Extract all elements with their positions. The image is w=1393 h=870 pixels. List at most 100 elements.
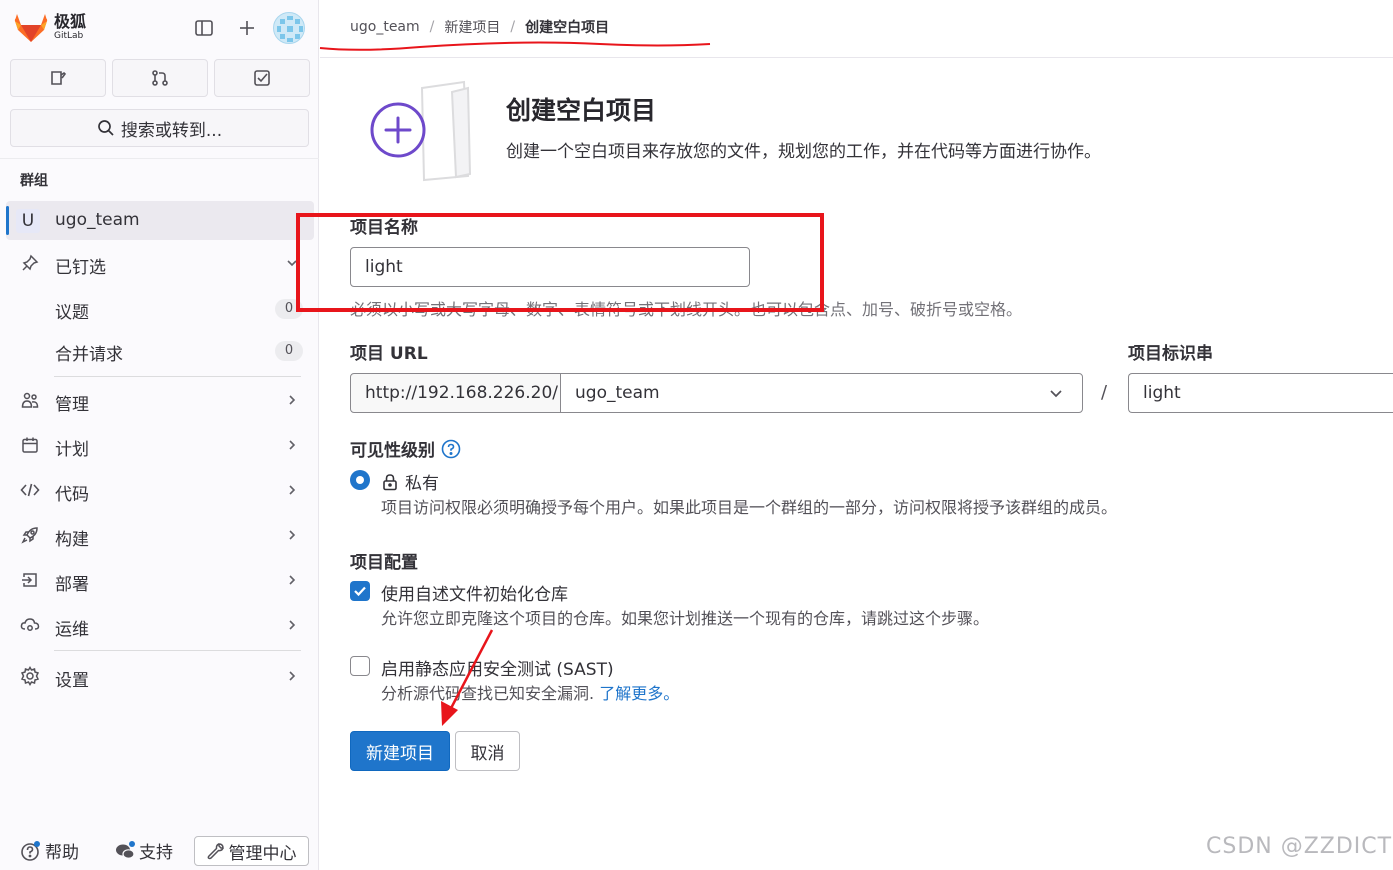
sidebar: 极狐 GitLab 搜索或转到... 群组 U ugo_team 已钉选 议题 …: [0, 0, 319, 870]
sidebar-group-item[interactable]: U ugo_team: [6, 201, 314, 240]
namespace-select[interactable]: ugo_team: [560, 373, 1083, 413]
support-button[interactable]: 支持: [114, 838, 173, 863]
project-name-label: 项目名称: [350, 218, 418, 238]
sidebar-item-manage[interactable]: 管理: [10, 382, 309, 418]
sast-label[interactable]: 启用静态应用安全测试 (SAST): [381, 655, 614, 680]
url-separator: /: [1101, 382, 1108, 403]
annotation-arrow-head: [441, 701, 458, 726]
visibility-private-radio[interactable]: [350, 470, 370, 490]
issues-tab[interactable]: [10, 59, 106, 97]
readme-help: 允许您立即克隆这个项目的仓库。如果您计划推送一个现有的仓库，请跳过这个步骤。: [381, 609, 990, 628]
project-config-label: 项目配置: [350, 553, 418, 573]
page-description: 创建一个空白项目来存放您的文件，规划您的工作，并在代码等方面进行协作。: [506, 142, 1101, 162]
url-prefix-text: http://192.168.226.20/: [365, 383, 558, 403]
divider: [54, 650, 301, 651]
project-url-label: 项目 URL: [350, 344, 428, 364]
sidebar-item-pinned[interactable]: 已钉选: [10, 245, 309, 281]
divider: [0, 158, 319, 159]
sidebar-item-plan[interactable]: 计划: [10, 427, 309, 463]
merge-requests-tab[interactable]: [112, 59, 208, 97]
breadcrumb-separator: /: [510, 19, 516, 35]
todos-tab[interactable]: [214, 59, 310, 97]
search-label: 搜索或转到...: [120, 120, 223, 141]
sidebar-item-issues[interactable]: 议题 0: [10, 291, 309, 325]
check-icon: [354, 586, 366, 597]
wrench-icon: [207, 843, 224, 860]
gitlab-logo-icon[interactable]: [14, 12, 48, 44]
cloud-icon: [20, 615, 40, 635]
breadcrumb-current[interactable]: 创建空白项目: [525, 17, 609, 37]
readme-label[interactable]: 使用自述文件初始化仓库: [381, 580, 568, 605]
admin-area-button[interactable]: 管理中心: [194, 836, 309, 866]
sidebar-item-label: 合并请求: [55, 345, 123, 365]
divider: [54, 376, 301, 377]
calendar-icon: [20, 435, 40, 455]
sidebar-item-label: 构建: [55, 530, 89, 550]
sidebar-item-merge-requests[interactable]: 合并请求 0: [10, 333, 309, 367]
project-name-input[interactable]: light: [350, 247, 750, 287]
visibility-private-option[interactable]: 私有: [381, 469, 439, 494]
page-title: 创建空白项目: [506, 96, 657, 125]
todo-icon: [254, 70, 270, 86]
chevron-right-icon: [283, 436, 301, 454]
chevron-right-icon: [283, 667, 301, 685]
help-label: 帮助: [45, 843, 79, 863]
readme-checkbox[interactable]: [350, 581, 370, 601]
chevron-right-icon: [283, 616, 301, 634]
sidebar-item-operate[interactable]: 运维: [10, 607, 309, 643]
breadcrumb-separator: /: [429, 19, 435, 35]
chevron-right-icon: [283, 391, 301, 409]
cancel-button[interactable]: 取消: [455, 731, 520, 771]
search-button[interactable]: 搜索或转到...: [10, 109, 309, 147]
users-icon: [20, 390, 40, 410]
sidebar-item-label: 计划: [55, 440, 89, 460]
project-slug-value: light: [1143, 383, 1181, 403]
brand[interactable]: 极狐 GitLab: [54, 14, 86, 41]
brand-sub: GitLab: [54, 31, 84, 41]
project-slug-input[interactable]: light: [1128, 373, 1393, 413]
breadcrumb-item[interactable]: ugo_team: [350, 19, 420, 35]
gear-icon: [20, 666, 40, 686]
watermark: CSDN @ZZDICT: [1206, 834, 1393, 859]
plus-icon[interactable]: [233, 14, 261, 42]
issues-icon: [51, 71, 67, 85]
support-label: 支持: [139, 843, 173, 863]
merge-request-icon: [152, 70, 168, 86]
deploy-icon: [20, 570, 40, 590]
sidebar-item-label: 管理: [55, 395, 89, 415]
sidebar-item-label: 设置: [55, 671, 89, 691]
sidebar-item-build[interactable]: 构建: [10, 517, 309, 553]
sidebar-item-settings[interactable]: 设置: [10, 658, 309, 694]
project-name-value: light: [365, 257, 403, 277]
visibility-label-text: 可见性级别: [350, 441, 435, 461]
help-button[interactable]: 帮助: [20, 838, 79, 863]
chevron-right-icon: [283, 481, 301, 499]
sidebar-item-label: 议题: [55, 303, 89, 323]
sidebar-item-label: 已钉选: [55, 258, 106, 278]
sast-help: 分析源代码查找已知安全漏洞. 了解更多。: [381, 680, 679, 704]
user-avatar[interactable]: [273, 12, 305, 44]
sidebar-item-label: 部署: [55, 575, 89, 595]
chat-icon: [116, 840, 135, 859]
chevron-right-icon: [283, 526, 301, 544]
url-prefix: http://192.168.226.20/: [350, 373, 561, 413]
header-divider: [320, 57, 1393, 58]
breadcrumb-item[interactable]: 新建项目: [444, 17, 500, 37]
pin-icon: [20, 253, 40, 273]
project-name-help: 必须以小写或大写字母、数字、表情符号或下划线开头。也可以包含点、加号、破折号或空…: [350, 300, 1023, 319]
create-project-button[interactable]: 新建项目: [350, 731, 450, 771]
sidebar-item-deploy[interactable]: 部署: [10, 562, 309, 598]
count-badge: 0: [275, 341, 303, 361]
sast-checkbox[interactable]: [350, 656, 370, 676]
sidebar-item-code[interactable]: 代码: [10, 472, 309, 508]
question-icon[interactable]: [441, 439, 461, 459]
sidebar-toggle-icon[interactable]: [190, 14, 218, 42]
visibility-private-label: 私有: [405, 474, 439, 494]
chevron-down-icon: [283, 254, 301, 272]
learn-more-link[interactable]: 了解更多。: [599, 684, 679, 703]
active-indicator: [6, 206, 9, 235]
breadcrumb: ugo_team / 新建项目 / 创建空白项目: [350, 17, 609, 37]
brand-name: 极狐: [54, 12, 87, 31]
sidebar-item-label: 代码: [55, 485, 89, 505]
admin-label: 管理中心: [228, 843, 297, 864]
